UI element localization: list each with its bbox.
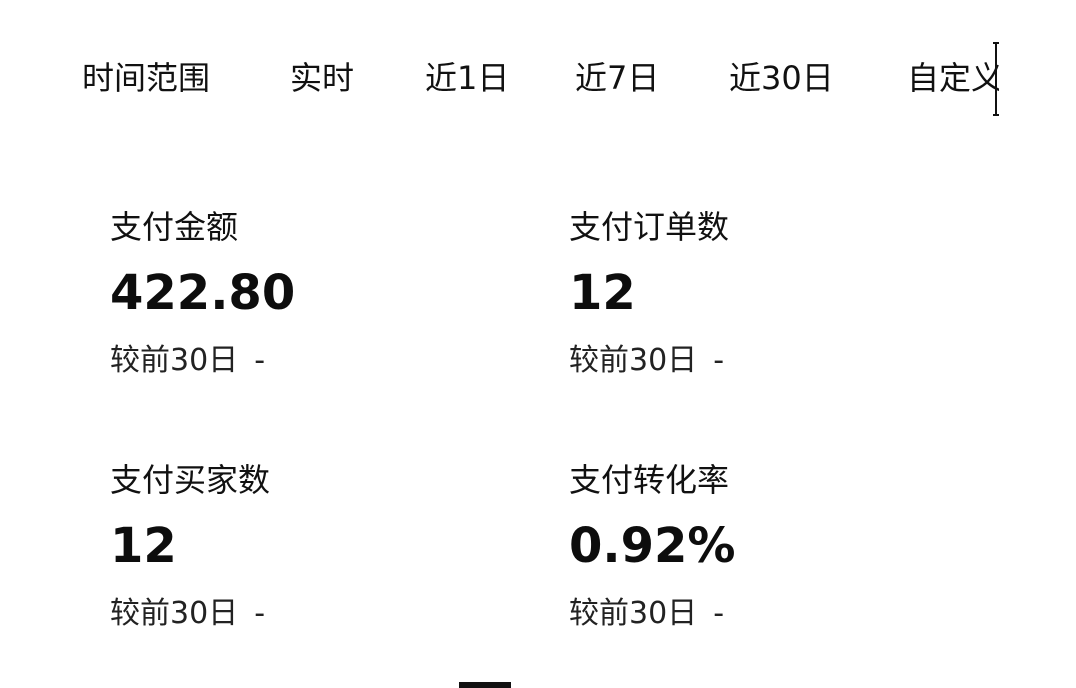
- metric-card-payment-amount: 支付金额 422.80 较前30日 -: [110, 205, 510, 385]
- metric-label: 支付订单数: [569, 208, 730, 246]
- metric-value: 422.80: [110, 265, 296, 321]
- time-range-bar: 时间范围 实时 近1日 近7日 近30日 自定义: [0, 42, 1076, 116]
- metric-compare: 较前30日 -: [569, 592, 724, 636]
- metric-compare: 较前30日 -: [110, 339, 265, 383]
- compare-label: 较前30日: [569, 343, 698, 378]
- metric-value: 12: [569, 265, 636, 321]
- metric-card-conversion-rate: 支付转化率 0.92% 较前30日 -: [569, 458, 969, 638]
- metric-value: 0.92%: [569, 518, 736, 574]
- tab-last-7-days[interactable]: 近7日: [575, 50, 659, 106]
- time-range-label: 时间范围: [82, 59, 211, 97]
- metric-value: 12: [110, 518, 177, 574]
- compare-label: 较前30日: [569, 596, 698, 631]
- tab-custom[interactable]: 自定义: [907, 50, 999, 106]
- metric-label: 支付金额: [110, 208, 239, 246]
- metric-compare: 较前30日 -: [110, 592, 265, 636]
- compare-label: 较前30日: [110, 343, 239, 378]
- compare-value: -: [713, 343, 725, 378]
- metric-card-payment-orders: 支付订单数 12 较前30日 -: [569, 205, 969, 385]
- bottom-handle[interactable]: [459, 682, 511, 688]
- tab-last-1-day[interactable]: 近1日: [425, 50, 509, 106]
- compare-value: -: [713, 596, 725, 631]
- metric-label: 支付转化率: [569, 461, 730, 499]
- metric-card-payment-buyers: 支付买家数 12 较前30日 -: [110, 458, 510, 638]
- tab-last-30-days[interactable]: 近30日: [729, 50, 834, 106]
- compare-value: -: [254, 343, 266, 378]
- tab-realtime[interactable]: 实时: [290, 50, 354, 106]
- metric-compare: 较前30日 -: [569, 339, 724, 383]
- metric-label: 支付买家数: [110, 461, 271, 499]
- text-cursor-icon: [993, 42, 999, 116]
- compare-value: -: [254, 596, 266, 631]
- compare-label: 较前30日: [110, 596, 239, 631]
